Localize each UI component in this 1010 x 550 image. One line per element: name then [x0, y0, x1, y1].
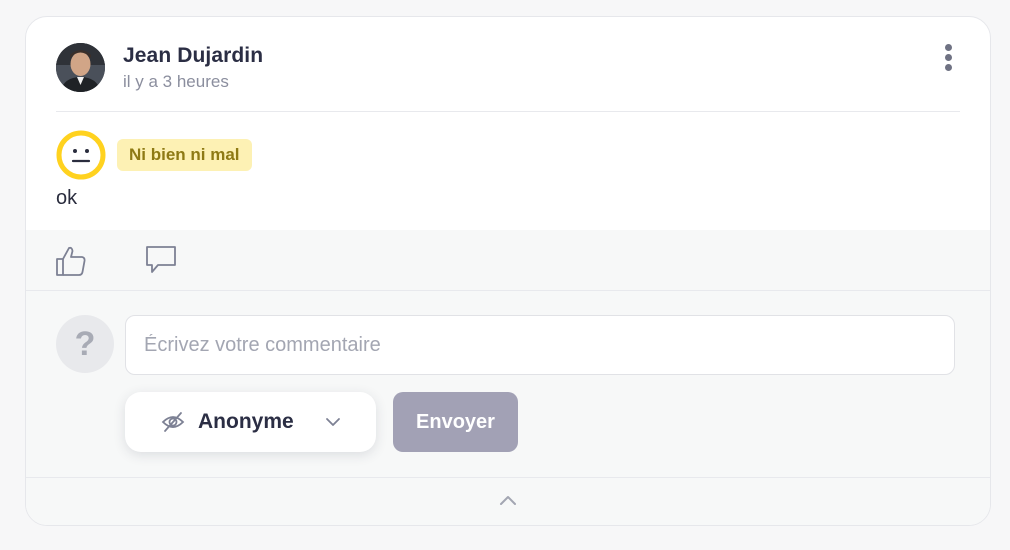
more-dot [944, 53, 952, 61]
avatar[interactable] [56, 43, 105, 92]
like-button[interactable] [54, 244, 88, 278]
identity-label: Anonyme [198, 410, 294, 433]
comment-toggle-button[interactable] [144, 243, 178, 277]
comment-input[interactable] [125, 315, 955, 375]
identity-dropdown[interactable]: Anonyme [125, 392, 376, 452]
collapse-comments-button[interactable] [26, 477, 990, 525]
send-button[interactable]: Envoyer [393, 392, 518, 452]
thumbs-up-icon [56, 246, 86, 276]
eye-off-icon [161, 412, 185, 432]
post-card: Jean Dujardin il y a 3 heures Ni bien ni… [25, 16, 991, 526]
more-vertical-icon [944, 43, 952, 51]
chevron-down-icon [326, 418, 340, 426]
question-mark-icon: ? [74, 324, 96, 363]
comment-bubble-icon [146, 246, 176, 273]
more-dot [944, 63, 952, 71]
anonymous-avatar: ? [56, 315, 114, 373]
header-divider [56, 111, 960, 112]
avatar-photo [56, 43, 105, 92]
more-options-button[interactable] [936, 41, 960, 73]
neutral-face-icon [56, 130, 106, 180]
author-name[interactable]: Jean Dujardin [123, 44, 263, 68]
mood-row: Ni bien ni mal [56, 130, 252, 180]
post-header: Jean Dujardin il y a 3 heures [26, 17, 990, 112]
comment-form: ? Anonyme Envoyer [26, 291, 990, 477]
post-timestamp: il y a 3 heures [123, 72, 229, 91]
post-actions-bar [26, 230, 990, 291]
chevron-up-icon [500, 496, 516, 505]
post-text: ok [56, 187, 78, 209]
mood-badge: Ni bien ni mal [117, 139, 252, 171]
